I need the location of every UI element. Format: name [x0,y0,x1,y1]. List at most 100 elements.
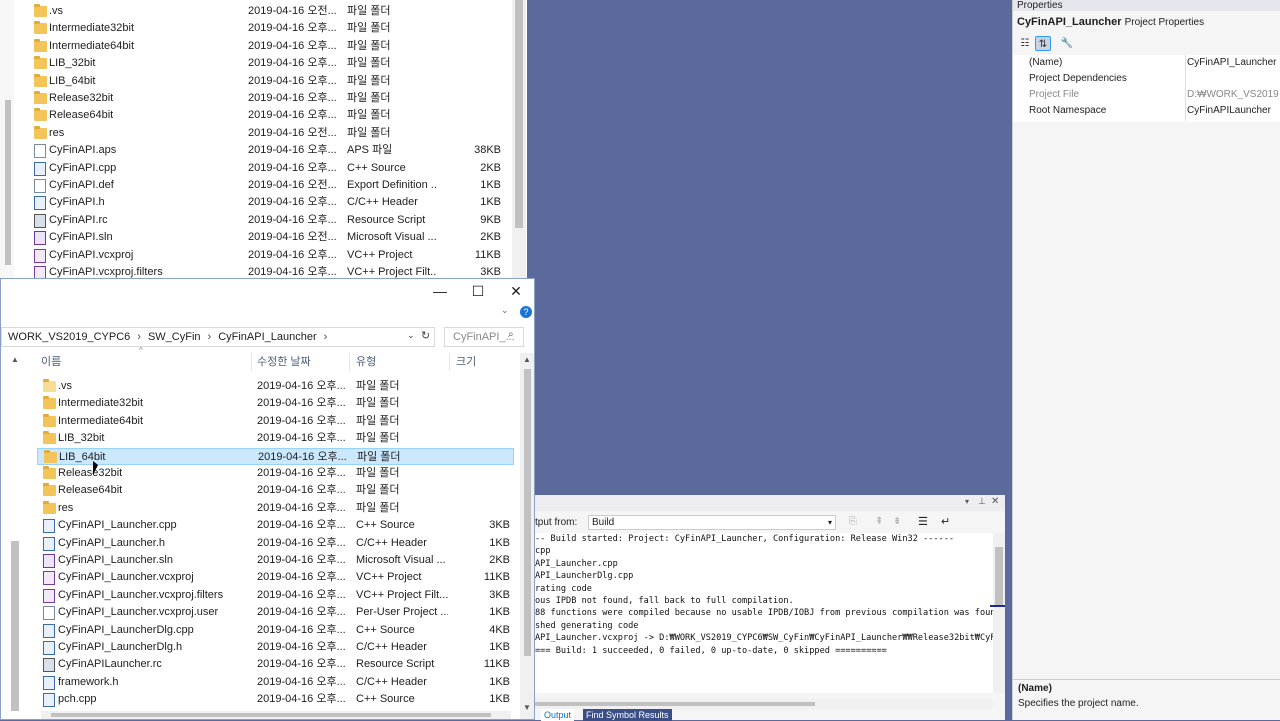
prev-message-icon[interactable]: ⇞ [875,516,883,527]
property-value[interactable]: CyFinAPILauncher [1187,103,1279,119]
alphabetical-icon[interactable]: ⇅ [1035,36,1051,51]
window-position-icon[interactable]: ▾ [965,497,969,506]
back-nav-scroll-thumb[interactable] [5,100,11,265]
breadcrumb-launcher[interactable]: CyFinAPI_Launcher [218,331,316,343]
scroll-down-icon[interactable]: ▼ [523,703,531,712]
file-row[interactable]: CyFinAPILauncher.rc 2019-04-16 오후... Resou… [37,656,514,673]
file-row[interactable]: Release64bit 2019-04-16 오후... 파일 폴더 [37,482,514,499]
close-button[interactable]: ✕ [498,281,534,301]
file-row[interactable]: CyFinAPI_LauncherDlg.cpp 2019-04-16 오후...… [37,622,514,639]
breadcrumb-swcyfin[interactable]: SW_CyFin [148,331,201,343]
back-file-row[interactable]: Release32bit 2019-04-16 오후... 파일 폴더 [0,90,510,107]
breadcrumb-work[interactable]: WORK_VS2019_CYPC6 [8,331,130,343]
properties-object-selector[interactable]: CyFinAPI_Launcher Project Properties [1017,16,1204,28]
file-type: 파일 폴더 [356,432,400,445]
column-header-type[interactable]: 유형 [356,353,376,371]
nav-scroll-up-icon[interactable]: ▲ [11,355,19,364]
property-grid-divider[interactable] [1185,55,1186,121]
file-name: CyFinAPILauncher.rc [58,658,162,671]
output-horizontal-scrollbar[interactable] [535,699,993,709]
vertical-scrollbar[interactable]: ▲ ▼ [520,353,534,719]
column-header-date[interactable]: 수정한 날짜 [257,353,311,371]
back-file-row[interactable]: Release64bit 2019-04-16 오후... 파일 폴더 [0,107,510,124]
horizontal-scrollbar[interactable] [41,711,511,719]
maximize-button[interactable]: ☐ [460,281,496,301]
close-panel-icon[interactable]: ✕ [991,496,999,507]
file-row[interactable]: CyFinAPI_Launcher.h 2019-04-16 오후... C/C++… [37,535,514,552]
categorized-icon[interactable]: ☷ [1017,36,1033,51]
scroll-up-icon[interactable]: ▲ [523,355,531,364]
file-date: 2019-04-16 오전... [248,231,337,244]
back-file-row[interactable]: CyFinAPI.h 2019-04-16 오후... C/C++ Header 1K… [0,194,510,211]
file-row[interactable]: CyFinAPI_LauncherDlg.h 2019-04-16 오후... C/… [37,639,514,656]
property-value[interactable]: CyFinAPI_Launcher [1187,55,1279,71]
column-divider[interactable] [349,353,350,371]
file-row[interactable]: pch.cpp 2019-04-16 오후... C++ Source 1KB [37,691,514,708]
back-file-row[interactable]: CyFinAPI.vcxproj 2019-04-16 오후... VC++ Pro… [0,247,510,264]
property-row[interactable]: Project File D:₩WORK_VS2019_C [1013,87,1280,103]
dropdown-arrow-icon: ▾ [827,518,832,527]
column-header-size[interactable]: 크기 [456,353,476,371]
output-scroll-thumb[interactable] [995,547,1003,605]
file-row[interactable]: .vs 2019-04-16 오후... 파일 폴더 [37,378,514,395]
property-value[interactable]: D:₩WORK_VS2019_C [1187,87,1279,103]
address-dropdown-icon[interactable]: ⌄ [407,330,415,341]
file-row[interactable]: Intermediate64bit 2019-04-16 오후... 파일 폴더 [37,413,514,430]
file-row[interactable]: CyFinAPI_Launcher.vcxproj 2019-04-16 오후..… [37,569,514,586]
back-file-row[interactable]: CyFinAPI.sln 2019-04-16 오전... Microsoft Vi… [0,229,510,246]
file-row[interactable]: CyFinAPI_Launcher.sln 2019-04-16 오후... Mic… [37,552,514,569]
output-vertical-scrollbar[interactable] [993,533,1005,693]
column-divider[interactable] [449,353,450,371]
property-pages-icon[interactable]: 🔧 [1059,36,1075,51]
back-file-row[interactable]: .vs 2019-04-16 오전... 파일 폴더 [0,3,510,20]
back-file-row[interactable]: Intermediate32bit 2019-04-16 오후... 파일 폴더 [0,20,510,37]
clear-all-icon[interactable]: ☰ [918,515,928,528]
nav-scroll-thumb[interactable] [11,541,19,711]
word-wrap-icon[interactable]: ↵ [941,515,950,528]
ribbon-expand-icon[interactable]: ⌄ [501,305,509,316]
column-header-name[interactable]: 이름 [41,353,61,371]
file-row[interactable]: CyFinAPI_Launcher.vcxproj.user 2019-04-16… [37,604,514,621]
output-hscroll-thumb[interactable] [535,702,815,706]
back-file-row[interactable]: CyFinAPI.def 2019-04-16 오전... Export Defin… [0,177,510,194]
back-scroll-thumb[interactable] [515,0,523,228]
next-message-icon[interactable]: ⇟ [893,516,901,527]
column-divider[interactable] [251,353,252,371]
tab-output[interactable]: Output [541,709,575,721]
property-row[interactable]: Root Namespace CyFinAPILauncher [1013,103,1280,119]
back-vertical-scrollbar[interactable] [512,0,526,278]
go-to-error-icon[interactable]: ⎘ [849,516,857,527]
tab-find-symbol-results[interactable]: Find Symbol Results [583,709,672,721]
property-row[interactable]: Project Dependencies [1013,71,1280,87]
hscroll-thumb[interactable] [51,713,491,717]
file-row[interactable]: res 2019-04-16 오후... 파일 폴더 [37,500,514,517]
description-divider[interactable] [1013,679,1280,680]
address-bar[interactable]: WORK_VS2019_CYPC6 › SW_CyFin › CyFinAPI_Laun… [1,327,435,347]
show-output-from-label: tput from: [535,517,578,528]
file-row[interactable]: Intermediate32bit 2019-04-16 오후... 파일 폴더 [37,395,514,412]
output-text[interactable]: -- Build started: Project: CyFinAPI_Laun… [535,533,993,693]
scroll-thumb[interactable] [524,369,531,656]
minimize-button[interactable]: — [422,281,458,301]
back-file-row[interactable]: res 2019-04-16 오전... 파일 폴더 [0,125,510,142]
output-line: -- Build started: Project: CyFinAPI_Laun… [535,534,955,544]
back-file-row[interactable]: LIB_64bit 2019-04-16 오후... 파일 폴더 [0,73,510,90]
help-icon[interactable]: ? [520,306,532,318]
pin-icon[interactable]: ⊥ [978,496,986,507]
back-file-row[interactable]: CyFinAPI.rc 2019-04-16 오후... Resource Scri… [0,212,510,229]
file-row[interactable]: CyFinAPI_Launcher.cpp 2019-04-16 오후... C++… [37,517,514,534]
back-file-row[interactable]: LIB_32bit 2019-04-16 오후... 파일 폴더 [0,55,510,72]
output-source-dropdown[interactable]: Build ▾ [588,515,836,530]
back-file-row[interactable]: Intermediate64bit 2019-04-16 오후... 파일 폴더 [0,38,510,55]
refresh-icon[interactable]: ↻ [421,329,430,342]
file-row[interactable]: LIB_64bit 2019-04-16 오후... 파일 폴더 [37,447,514,465]
file-row[interactable]: framework.h 2019-04-16 오후... C/C++ Header 1… [37,674,514,691]
back-file-row[interactable]: CyFinAPI.aps 2019-04-16 오후... APS 파일 38KB [0,142,510,159]
property-row[interactable]: (Name) CyFinAPI_Launcher [1013,55,1280,71]
back-file-row[interactable]: CyFinAPI.vcxproj.filters 2019-04-16 오후...… [0,264,510,278]
file-row[interactable]: LIB_32bit 2019-04-16 오후... 파일 폴더 [37,430,514,447]
file-row[interactable]: Release32bit 2019-04-16 오후... 파일 폴더 [37,465,514,482]
file-size: 4KB [489,623,510,636]
back-file-row[interactable]: CyFinAPI.cpp 2019-04-16 오후... C++ Source 2K… [0,160,510,177]
file-row[interactable]: CyFinAPI_Launcher.vcxproj.filters 2019-04… [37,587,514,604]
